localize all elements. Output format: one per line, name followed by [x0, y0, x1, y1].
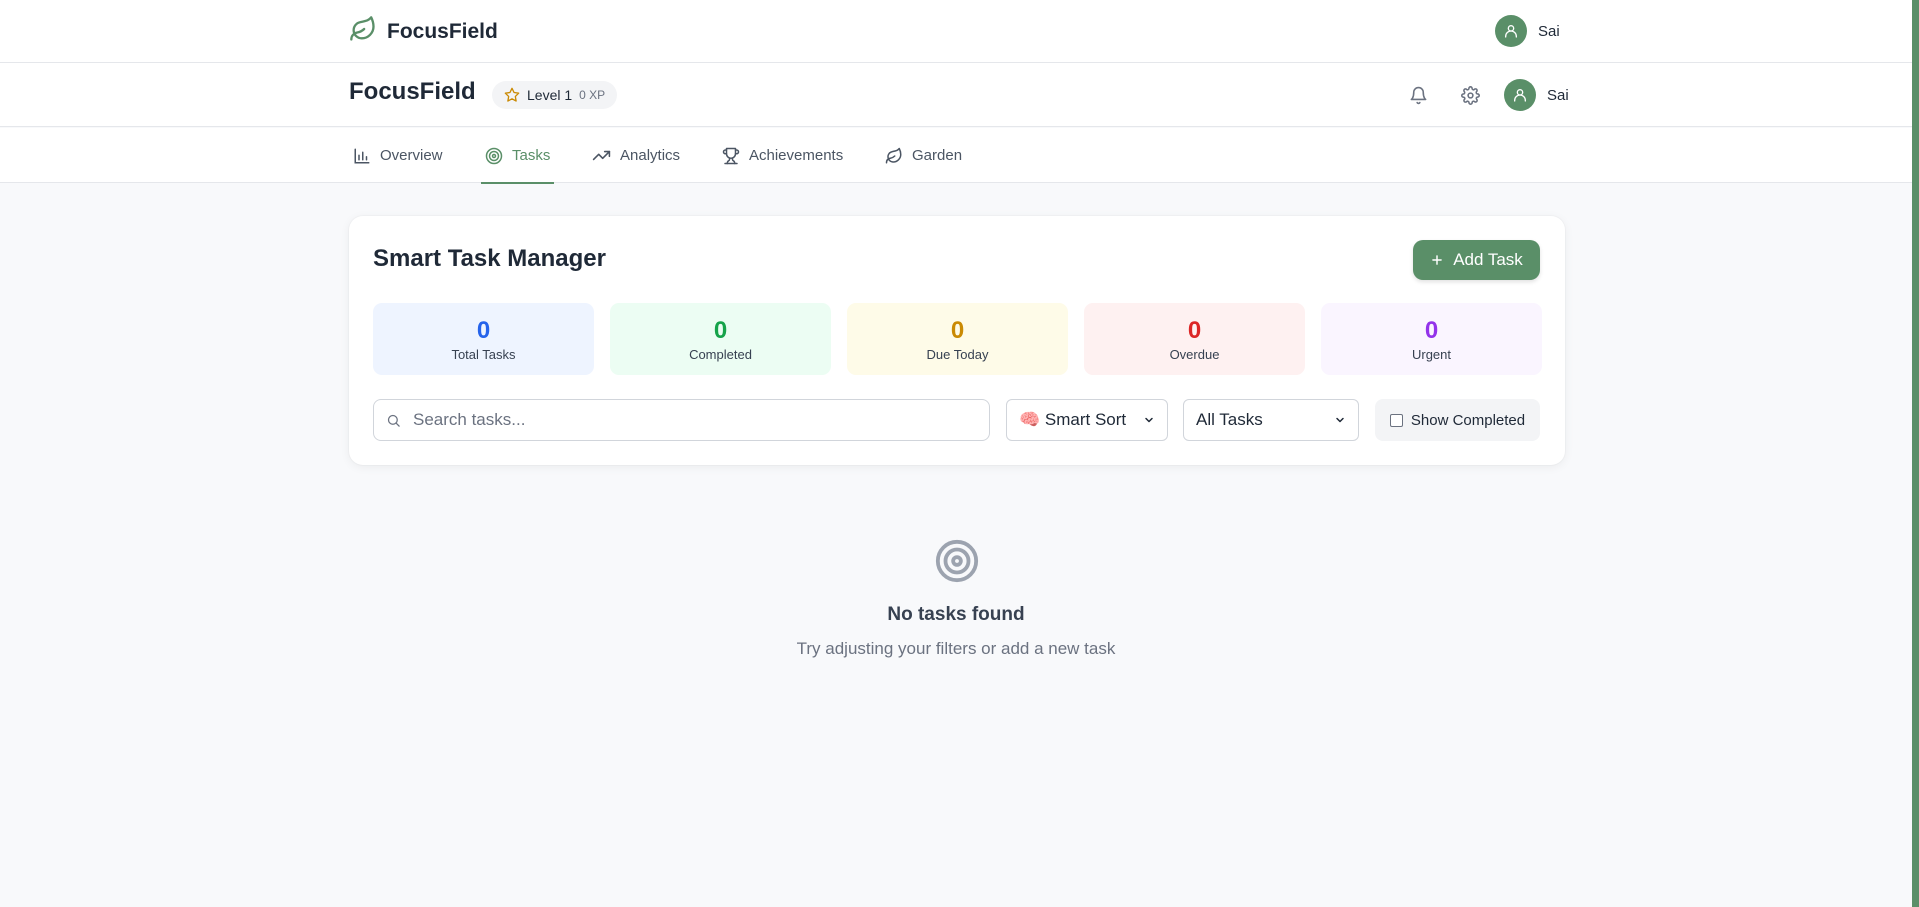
- user-name: Sai: [1538, 22, 1560, 40]
- sort-select-value: 🧠 Smart Sort: [1019, 410, 1127, 429]
- stat-label: Overdue: [1169, 346, 1220, 362]
- stat-total-tasks: 0 Total Tasks: [373, 303, 594, 375]
- trending-up-icon: [592, 150, 611, 161]
- tab-garden[interactable]: Garden: [885, 128, 962, 183]
- user-icon: [1505, 25, 1517, 38]
- target-icon: [485, 147, 503, 164]
- search-box: [373, 399, 990, 441]
- stat-label: Completed: [689, 346, 752, 362]
- tab-analytics[interactable]: Analytics: [592, 128, 680, 183]
- stat-value: 0: [1424, 316, 1439, 344]
- filter-select-value: All Tasks: [1196, 410, 1263, 429]
- profile-button[interactable]: Sai: [1504, 79, 1569, 111]
- stat-value: 0: [950, 316, 965, 344]
- tab-label: Garden: [912, 147, 963, 164]
- filter-select[interactable]: All Tasks: [1183, 399, 1359, 441]
- add-task-button[interactable]: Add Task: [1413, 240, 1540, 280]
- star-icon: [504, 87, 520, 102]
- stat-value: 0: [476, 316, 491, 344]
- level-badge: Level 1 0 XP: [492, 81, 618, 109]
- top-header: FocusField Sai: [0, 0, 1912, 63]
- tab-label: Analytics: [620, 147, 681, 164]
- leaf-icon: [885, 147, 902, 163]
- task-manager-card: Smart Task Manager Add Task 0 Total Task…: [349, 216, 1565, 465]
- plus-icon: [1432, 255, 1442, 265]
- scrollbar[interactable]: [1912, 0, 1919, 907]
- notifications-button[interactable]: [1403, 80, 1433, 110]
- show-completed-checkbox[interactable]: [1389, 413, 1403, 427]
- empty-state-subtitle: Try adjusting your filters or add a new …: [796, 639, 1116, 658]
- user-icon: [1514, 89, 1526, 102]
- search-input[interactable]: [413, 410, 973, 430]
- stat-overdue: 0 Overdue: [1084, 303, 1305, 375]
- stat-label: Total Tasks: [451, 346, 516, 362]
- empty-state-title: No tasks found: [887, 604, 1025, 625]
- tab-achievements[interactable]: Achievements: [722, 128, 843, 183]
- tab-label: Achievements: [749, 147, 844, 164]
- tab-bar: Overview Tasks Analytics Achievements Ga…: [0, 128, 1912, 184]
- trophy-icon: [722, 147, 740, 164]
- gear-icon: [1460, 85, 1480, 105]
- bar-chart-icon: [354, 148, 370, 163]
- tab-tasks[interactable]: Tasks: [480, 128, 555, 184]
- stat-completed: 0 Completed: [610, 303, 831, 375]
- avatar: [1495, 15, 1527, 47]
- sort-select[interactable]: 🧠 Smart Sort: [1006, 399, 1168, 441]
- chevron-down-icon: [1145, 417, 1153, 423]
- target-icon: [935, 539, 979, 583]
- show-completed-toggle[interactable]: Show Completed: [1375, 399, 1540, 441]
- stat-due-today: 0 Due Today: [847, 303, 1068, 375]
- level-label: Level 1: [527, 87, 573, 103]
- page-title: FocusField: [349, 78, 476, 105]
- bell-icon: [1410, 86, 1426, 104]
- xp-label: 0 XP: [579, 88, 606, 102]
- app-header: FocusField Level 1 0 XP Sai: [0, 63, 1912, 127]
- add-task-label: Add Task: [1453, 250, 1523, 269]
- stat-value: 0: [1187, 316, 1202, 344]
- avatar: [1504, 79, 1536, 111]
- tab-overview[interactable]: Overview: [353, 128, 443, 183]
- stat-label: Due Today: [926, 346, 989, 362]
- stat-urgent: 0 Urgent: [1321, 303, 1542, 375]
- stat-label: Urgent: [1411, 346, 1452, 362]
- page: FocusField Sai FocusField Level 1 0 XP S…: [0, 0, 1919, 907]
- chevron-down-icon: [1336, 417, 1344, 423]
- user-menu[interactable]: Sai: [1495, 15, 1560, 47]
- tab-label: Tasks: [512, 147, 551, 164]
- stat-value: 0: [713, 316, 728, 344]
- card-title: Smart Task Manager: [373, 245, 606, 272]
- settings-button[interactable]: [1455, 80, 1485, 110]
- user-name: Sai: [1547, 86, 1569, 104]
- brand-logo[interactable]: FocusField: [349, 15, 498, 48]
- search-icon: [387, 414, 400, 427]
- tab-label: Overview: [380, 147, 443, 164]
- show-completed-label: Show Completed: [1410, 411, 1526, 429]
- leaf-icon: [349, 15, 377, 48]
- brand-name: FocusField: [387, 19, 498, 43]
